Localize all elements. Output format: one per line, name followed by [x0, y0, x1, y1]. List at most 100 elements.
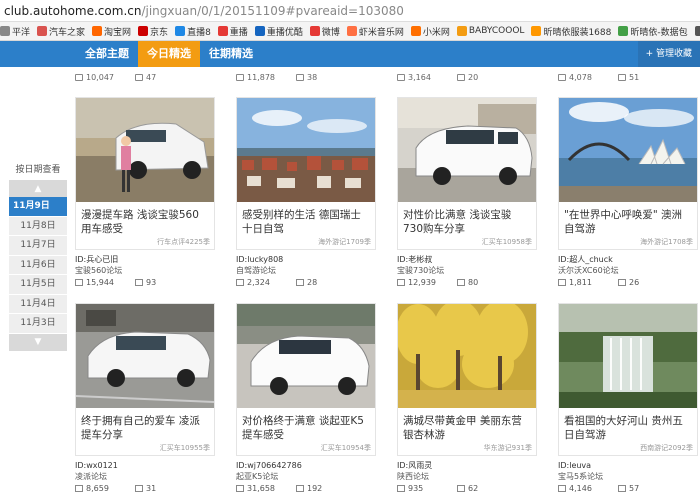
bookmark-item[interactable]: 重播 — [217, 25, 248, 38]
bookmark-label: 重播 — [229, 27, 248, 38]
tab-all-topics[interactable]: 全部主题 — [76, 41, 138, 67]
post-card[interactable]: "在世界中心呼唤爱" 澳洲自驾游 海外游记1708季 — [558, 97, 698, 250]
view-count: 11,878 — [247, 73, 275, 82]
post-stats: 15,944 93 — [75, 278, 156, 287]
post-title[interactable]: 满城尽带黄金甲 美丽东营银杏林游 — [398, 408, 536, 441]
post-card[interactable]: 终于拥有自己的爱车 凌派提车分享 汇买车10955季 — [75, 303, 215, 456]
post-card[interactable]: 对性价比满意 浅谈宝骏730购车分享汇买车10958季 — [397, 97, 537, 250]
bookmark-favicon-icon — [309, 26, 320, 36]
post-tag: 汇买车10958季 — [481, 237, 532, 247]
sidebar-date-item[interactable]: 11月6日 — [9, 255, 67, 275]
bookmarks-bar: 平洋 汽车之家 淘宝网 京东 直播8 重播 重播优酷 微博 虾米音乐网 小米网 BABYCOOOL 昕… — [0, 22, 700, 41]
post-tag: 行车点评4225季 — [157, 237, 210, 247]
post-card[interactable]: 满城尽带黄金甲 美丽东营银杏林游 华东游记931季 — [397, 303, 537, 456]
post-thumbnail[interactable] — [559, 98, 697, 202]
reply-count-icon — [135, 485, 143, 492]
post-thumbnail[interactable] — [237, 304, 375, 408]
bookmark-item[interactable]: 昕晴依-数据包 — [618, 25, 688, 38]
bookmark-label: 京东 — [150, 27, 169, 38]
sidebar-date-item[interactable]: 11月3日 — [9, 314, 67, 334]
view-count-icon — [397, 74, 405, 81]
author-id[interactable]: ID:wj706642786 — [236, 460, 302, 471]
post-thumbnail[interactable] — [76, 98, 214, 202]
bookmark-favicon-icon — [37, 26, 48, 36]
forum-link[interactable]: 宝骏560论坛 — [75, 265, 122, 276]
reply-count: 28 — [307, 278, 318, 287]
post-card[interactable]: 对价格终于满意 谈起亚K5提车感受 汇买车10954季 — [236, 303, 376, 456]
bookmark-item[interactable]: 重播优酷 — [254, 25, 303, 38]
post-title[interactable]: 对性价比满意 浅谈宝骏730购车分享 — [398, 202, 536, 235]
bookmark-favicon-icon — [92, 26, 103, 36]
post-thumbnail[interactable] — [398, 304, 536, 408]
sidebar-date-item[interactable]: 11月7日 — [9, 236, 67, 256]
tab-today-picks[interactable]: 今日精选 — [138, 41, 200, 67]
post-stats: 1,811 26 — [558, 278, 639, 287]
bookmark-item[interactable]: 虾米音乐网 — [346, 25, 404, 38]
bookmark-item[interactable]: 微博 — [309, 25, 340, 38]
author-id[interactable]: ID:超人_chuck — [558, 254, 619, 265]
post-title[interactable]: "在世界中心呼唤爱" 澳洲自驾游 — [559, 202, 697, 235]
post-card[interactable]: 漫漫提车路 浅谈宝骏560用车感受行车点评4225季 — [75, 97, 215, 250]
bookmark-item[interactable]: 京东 — [138, 25, 168, 38]
forum-link[interactable]: 沃尔沃XC60论坛 — [558, 265, 619, 276]
author-id[interactable]: ID:兵心已旧 — [75, 254, 122, 265]
author-id[interactable]: ID:风雨灵 — [397, 460, 432, 471]
post-card[interactable]: 看祖国的大好河山 贵州五日自驾游 西南游记2092季 — [558, 303, 698, 456]
sidebar-date-item[interactable]: 11月9日 — [9, 197, 67, 217]
forum-link[interactable]: 凌派论坛 — [75, 471, 118, 482]
author-id[interactable]: ID:lucky808 — [236, 254, 283, 265]
bookmark-item[interactable]: 昕晴依服装1688 — [531, 25, 611, 38]
view-count: 935 — [408, 484, 424, 493]
view-count-icon — [558, 279, 566, 286]
sidebar-date-item[interactable]: 11月8日 — [9, 216, 67, 236]
post-title[interactable]: 对价格终于满意 谈起亚K5提车感受 — [237, 408, 375, 441]
bookmark-label: 直播8 — [187, 27, 211, 38]
bookmark-favicon-icon — [694, 26, 700, 36]
reply-count: 62 — [468, 484, 479, 493]
bookmark-item[interactable]: 淘宝网 — [92, 25, 131, 38]
bookmark-item[interactable]: 汽车之家 — [37, 25, 85, 38]
bookmark-label: 微博 — [321, 27, 340, 38]
post-tag: 海外游记1709季 — [318, 237, 371, 247]
card-stats-partial: 4,078 51 — [558, 73, 639, 82]
author-id[interactable]: ID:wx0121 — [75, 460, 118, 471]
forum-link[interactable]: 宝马5系论坛 — [558, 471, 603, 482]
post-title[interactable]: 漫漫提车路 浅谈宝骏560用车感受 — [76, 202, 214, 235]
forum-link[interactable]: 起亚K5论坛 — [236, 471, 302, 482]
scroll-up-arrow-icon[interactable]: ▲ — [9, 180, 67, 197]
post-title[interactable]: 感受别样的生活 德国瑞士十日自驾 — [237, 202, 375, 235]
post-thumbnail[interactable] — [398, 98, 536, 202]
post-card[interactable]: 感受别样的生活 德国瑞士十日自驾海外游记1709季 — [236, 97, 376, 250]
tab-past-picks[interactable]: 往期精选 — [200, 41, 262, 67]
sidebar-date-item[interactable]: 11月4日 — [9, 294, 67, 314]
sidebar-date-item[interactable]: 11月5日 — [9, 275, 67, 295]
bookmark-item[interactable]: 小米网 — [410, 25, 450, 38]
reply-count: 80 — [468, 278, 479, 287]
post-thumbnail[interactable] — [237, 98, 375, 202]
bookmark-item[interactable]: BABYCOOOL — [456, 26, 524, 36]
url-text[interactable]: club.autohome.com.cn/jingxuan/0/1/201511… — [4, 4, 404, 18]
post-title[interactable]: 终于拥有自己的爱车 凌派提车分享 — [76, 408, 214, 441]
post-stats: 8,659 31 — [75, 484, 156, 493]
reply-count: 26 — [629, 278, 640, 287]
post-thumbnail[interactable] — [76, 304, 214, 408]
post-author-info: ID:风雨灵 陕西论坛 — [397, 460, 432, 482]
post-author-info: ID:超人_chuck 沃尔沃XC60论坛 — [558, 254, 619, 276]
bookmark-item[interactable]: 平洋 — [0, 25, 30, 38]
bookmark-favicon-icon — [456, 26, 467, 36]
post-thumbnail[interactable] — [559, 304, 697, 408]
bookmark-item[interactable]: 新科技-飞利浦 — [694, 25, 700, 38]
author-id[interactable]: ID:老彬叔 — [397, 254, 444, 265]
forum-link[interactable]: 陕西论坛 — [397, 471, 432, 482]
author-id[interactable]: ID:leuva — [558, 460, 603, 471]
address-bar[interactable]: club.autohome.com.cn/jingxuan/0/1/201511… — [0, 0, 700, 22]
manage-favorites-button[interactable]: + 管理收藏 — [637, 41, 700, 67]
view-count-icon — [75, 279, 83, 286]
post-author-info: ID:wj706642786 起亚K5论坛 — [236, 460, 302, 482]
forum-link[interactable]: 宝骏730论坛 — [397, 265, 444, 276]
url-path: /jingxuan/0/1/20151109#pvareaid=103080 — [141, 3, 404, 18]
post-title[interactable]: 看祖国的大好河山 贵州五日自驾游 — [559, 408, 697, 441]
bookmark-item[interactable]: 直播8 — [175, 25, 211, 38]
scroll-down-arrow-icon[interactable]: ▼ — [9, 333, 67, 351]
forum-link[interactable]: 自驾游论坛 — [236, 265, 283, 276]
